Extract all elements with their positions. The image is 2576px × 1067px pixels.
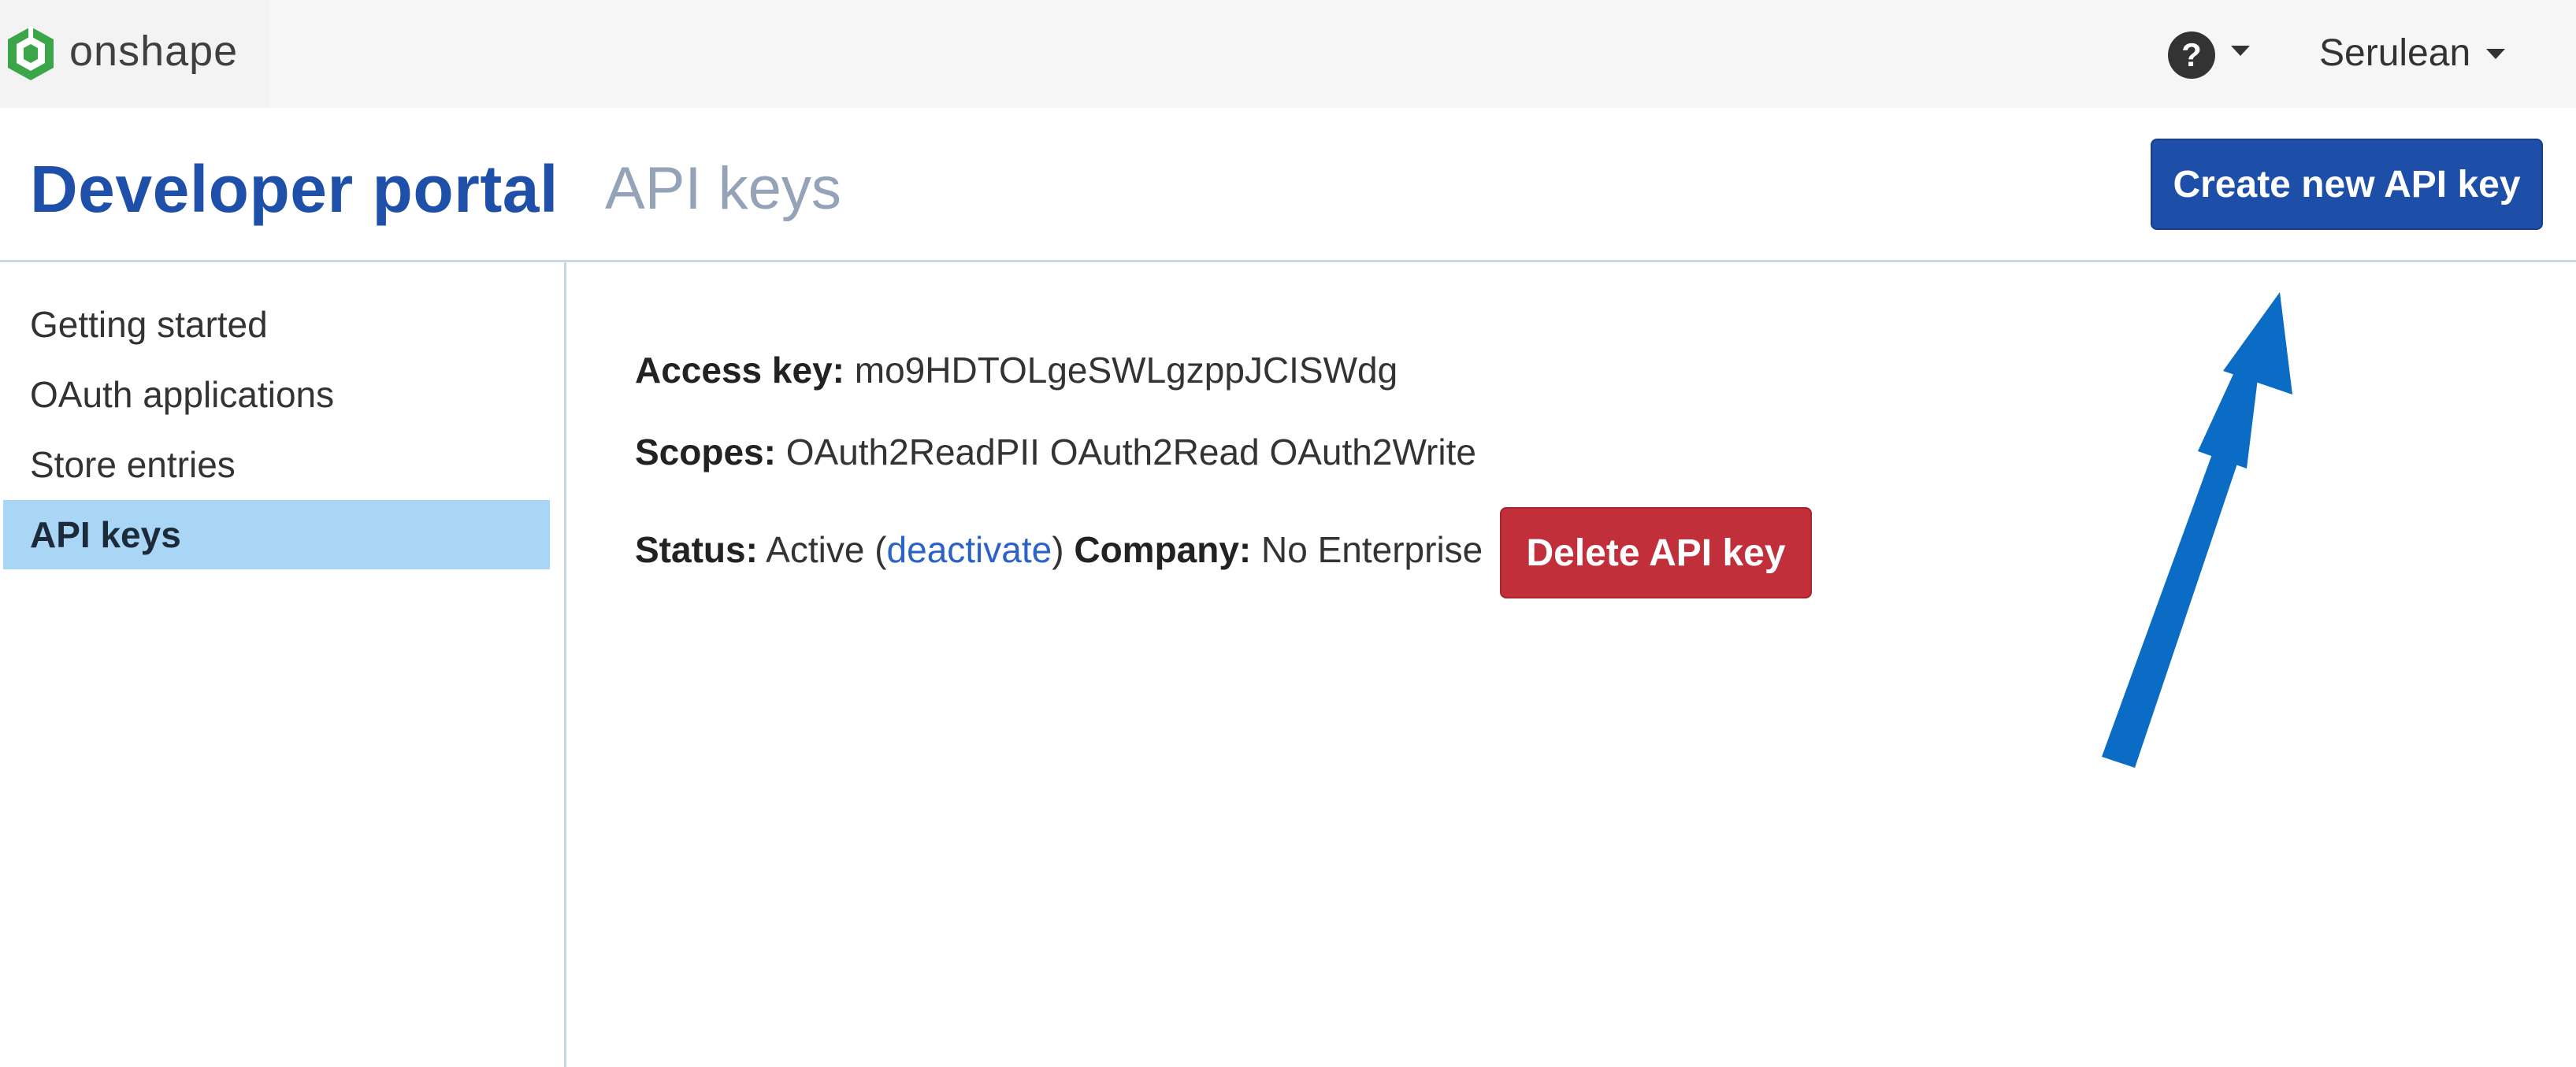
create-new-api-key-button[interactable]: Create new API key — [2151, 139, 2543, 230]
scopes-value: OAuth2ReadPII OAuth2Read OAuth2Write — [785, 432, 1476, 472]
scopes-label: Scopes: — [635, 432, 776, 472]
access-key-value: mo9HDTOLgeSWLgzppJCISWdg — [854, 350, 1398, 391]
page-subtitle: API keys — [605, 155, 841, 222]
sidebar-item-getting-started[interactable]: Getting started — [3, 290, 550, 359]
sidebar-divider — [564, 262, 566, 1067]
help-icon[interactable]: ? — [2166, 30, 2217, 80]
status-row: Status: Active (deactivate) Company: No … — [635, 526, 1483, 573]
company-label: Company: — [1074, 529, 1252, 570]
annotation-arrow-icon — [2102, 292, 2292, 768]
delete-api-key-button[interactable]: Delete API key — [1500, 507, 1812, 598]
access-key-row: Access key: mo9HDTOLgeSWLgzppJCISWdg — [635, 346, 1397, 394]
onshape-logo-icon — [8, 27, 54, 80]
status-label: Status: — [635, 529, 758, 570]
scopes-row: Scopes: OAuth2ReadPII OAuth2Read OAuth2W… — [635, 428, 1476, 476]
logo[interactable]: onshape — [0, 0, 269, 108]
status-value: Active ( — [766, 529, 887, 570]
status-close-paren: ) — [1052, 529, 1064, 570]
page-title: Developer portal — [30, 152, 559, 226]
sidebar-nav: Getting started OAuth applications Store… — [0, 262, 564, 1067]
svg-text:?: ? — [2181, 36, 2202, 73]
user-menu[interactable]: Serulean — [2319, 24, 2470, 83]
company-value: No Enterprise — [1261, 529, 1483, 570]
sidebar-item-oauth-applications[interactable]: OAuth applications — [3, 360, 550, 429]
sidebar-item-store-entries[interactable]: Store entries — [3, 430, 550, 499]
user-caret-down-icon[interactable] — [2486, 49, 2505, 59]
logo-text: onshape — [69, 28, 239, 75]
access-key-label: Access key: — [635, 350, 844, 391]
deactivate-link[interactable]: deactivate — [887, 529, 1052, 570]
help-caret-down-icon[interactable] — [2231, 46, 2250, 56]
sidebar-item-api-keys[interactable]: API keys — [3, 500, 550, 569]
top-bar: onshape ? Serulean — [0, 0, 2576, 108]
